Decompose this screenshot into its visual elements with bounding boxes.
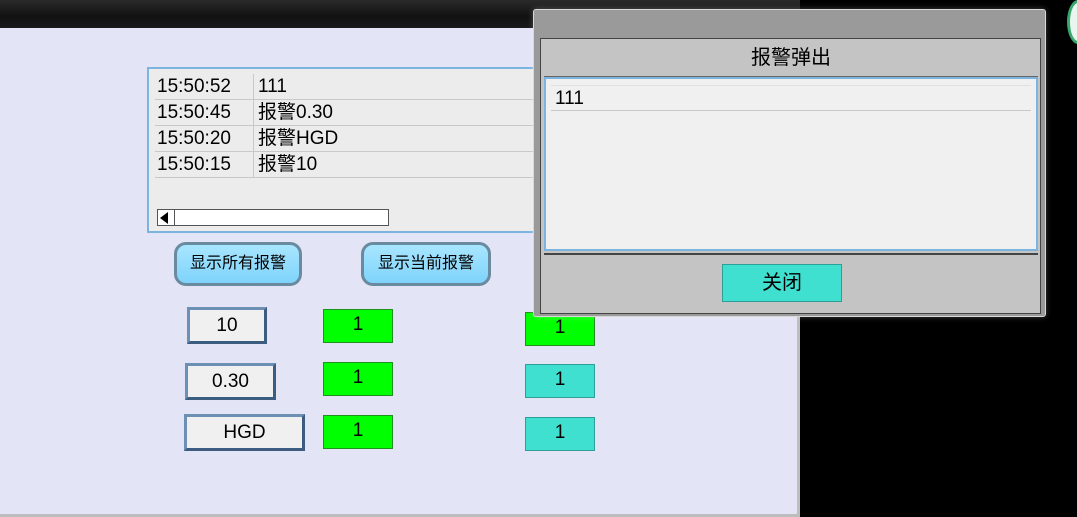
close-button[interactable]: 关闭: [722, 264, 842, 302]
popup-footer: 关闭: [544, 253, 1038, 311]
popup-title: 报警弹出: [544, 40, 1038, 77]
alarm-message: 报警HGD: [258, 128, 339, 149]
indicator-2-row-2: 1: [525, 364, 595, 398]
value-box-hgd[interactable]: HGD: [184, 414, 305, 451]
indicator-2-row-1: 1: [525, 312, 595, 346]
alarm-popup-dialog: 报警弹出 111 关闭: [533, 9, 1046, 317]
indicator-1-row-2: 1: [323, 362, 393, 396]
alarm-time: 15:50:45: [157, 100, 254, 125]
show-all-alarms-button[interactable]: 显示所有报警: [174, 242, 302, 286]
alarm-time: 15:50:15: [157, 152, 254, 177]
list-item[interactable]: 15:50:15 报警10: [155, 152, 545, 178]
scroll-left-arrow-icon[interactable]: [160, 212, 168, 224]
alarm-message: 111: [258, 76, 287, 97]
popup-body: 报警弹出 111 关闭: [540, 38, 1041, 314]
value-box-10[interactable]: 10: [187, 307, 267, 344]
value-box-030[interactable]: 0.30: [185, 363, 276, 400]
show-current-alarms-button[interactable]: 显示当前报警: [361, 242, 491, 286]
alarm-message: 报警10: [258, 154, 318, 175]
list-item[interactable]: 15:50:45 报警0.30: [155, 100, 545, 126]
alarm-list[interactable]: 15:50:52 111 15:50:45 报警0.30 15:50:20 报警…: [147, 67, 547, 233]
indicator-2-row-3: 1: [525, 417, 595, 451]
alarm-time: 15:50:20: [157, 126, 254, 151]
indicator-1-row-1: 1: [323, 309, 393, 343]
alarm-message: 报警0.30: [258, 102, 333, 123]
indicator-1-row-3: 1: [323, 415, 393, 449]
list-item[interactable]: 111: [551, 85, 1031, 111]
scroll-divider: [174, 210, 175, 225]
popup-alarm-list[interactable]: 111: [544, 77, 1038, 251]
app-icon[interactable]: [1067, 0, 1077, 44]
list-item[interactable]: 15:50:20 报警HGD: [155, 126, 545, 152]
alarm-time: 15:50:52: [157, 74, 254, 99]
list-item[interactable]: 15:50:52 111: [155, 74, 545, 100]
desktop: 15:50:52 111 15:50:45 报警0.30 15:50:20 报警…: [0, 0, 1077, 517]
horizontal-scrollbar[interactable]: [157, 209, 389, 226]
